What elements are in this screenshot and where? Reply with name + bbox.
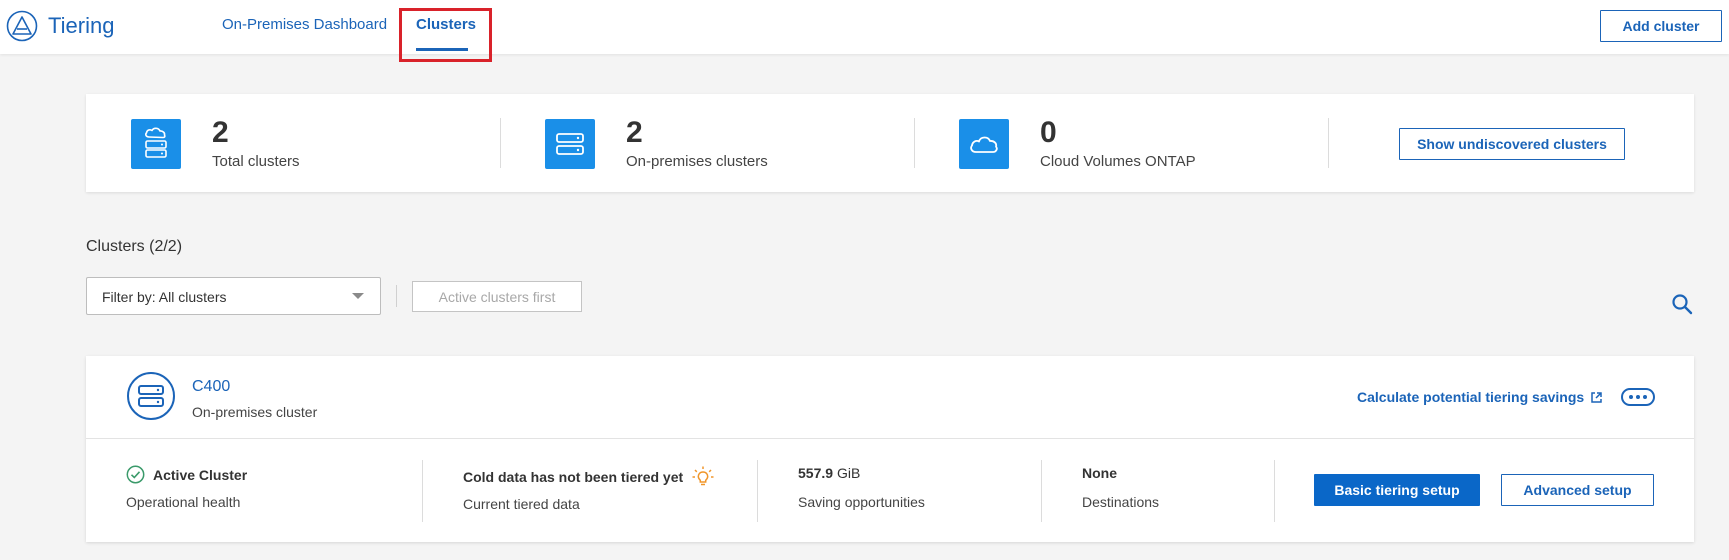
divider	[1274, 460, 1275, 522]
cvo-label: Cloud Volumes ONTAP	[1040, 153, 1196, 170]
destinations-label: Destinations	[1082, 494, 1160, 510]
filter-dropdown[interactable]: Filter by: All clusters	[86, 277, 381, 315]
divider	[757, 460, 758, 522]
brand[interactable]: Tiering	[6, 10, 114, 42]
check-circle-icon	[126, 465, 145, 484]
basic-tiering-setup-button[interactable]: Basic tiering setup	[1314, 474, 1480, 506]
cluster-type: On-premises cluster	[192, 404, 318, 420]
current-tiered-data-value: Cold data has not been tiered yet	[463, 465, 715, 489]
server-icon	[127, 372, 175, 420]
total-clusters-label: Total clusters	[212, 153, 300, 170]
cluster-name-link[interactable]: C400	[192, 378, 230, 396]
cluster-card: C400 On-premises cluster Calculate poten…	[86, 356, 1694, 542]
add-cluster-button[interactable]: Add cluster	[1600, 10, 1722, 42]
clusters-section-title: Clusters (2/2)	[86, 238, 183, 255]
on-premises-clusters-label: On-premises clusters	[626, 153, 768, 170]
calculate-tiering-savings-label: Calculate potential tiering savings	[1357, 389, 1585, 405]
summary-card: 2 Total clusters 2 On-premises clusters …	[86, 94, 1694, 192]
filter-value: Filter by: All clusters	[102, 289, 227, 305]
clusters-tab-highlight	[399, 8, 492, 62]
saving-opportunities-label: Saving opportunities	[798, 494, 925, 510]
cloud-icon	[959, 119, 1009, 169]
tiering-logo-icon	[6, 10, 38, 42]
divider	[422, 460, 423, 522]
show-undiscovered-clusters-button[interactable]: Show undiscovered clusters	[1399, 128, 1625, 160]
tab-on-premises-dashboard[interactable]: On-Premises Dashboard	[222, 16, 387, 33]
operational-health-value: Active Cluster	[126, 465, 247, 484]
external-link-icon	[1591, 391, 1602, 403]
advanced-setup-button[interactable]: Advanced setup	[1501, 474, 1654, 506]
saving-opportunities-value: 557.9 GiB	[798, 465, 861, 481]
divider	[1041, 460, 1042, 522]
destinations-value: None	[1082, 465, 1117, 481]
current-tiered-data-label: Current tiered data	[463, 496, 580, 512]
lightbulb-icon	[692, 466, 714, 486]
server-icon	[545, 119, 595, 169]
search-icon[interactable]	[1670, 292, 1694, 316]
calculate-tiering-savings-link[interactable]: Calculate potential tiering savings	[1357, 389, 1603, 405]
divider	[914, 118, 915, 168]
divider	[500, 118, 501, 168]
total-clusters-count: 2	[212, 116, 229, 149]
divider	[396, 285, 397, 307]
divider	[86, 438, 1694, 439]
on-premises-clusters-count: 2	[626, 116, 643, 149]
divider	[1328, 118, 1329, 168]
cvo-count: 0	[1040, 116, 1057, 149]
top-bar: Tiering On-Premises Dashboard Clusters A…	[0, 0, 1729, 54]
chevron-down-icon	[352, 293, 364, 299]
operational-health-label: Operational health	[126, 494, 241, 510]
more-icon[interactable]	[1621, 388, 1655, 406]
active-clusters-first-button[interactable]: Active clusters first	[412, 281, 582, 312]
app-title: Tiering	[48, 13, 115, 38]
cloud-server-icon	[131, 119, 181, 169]
